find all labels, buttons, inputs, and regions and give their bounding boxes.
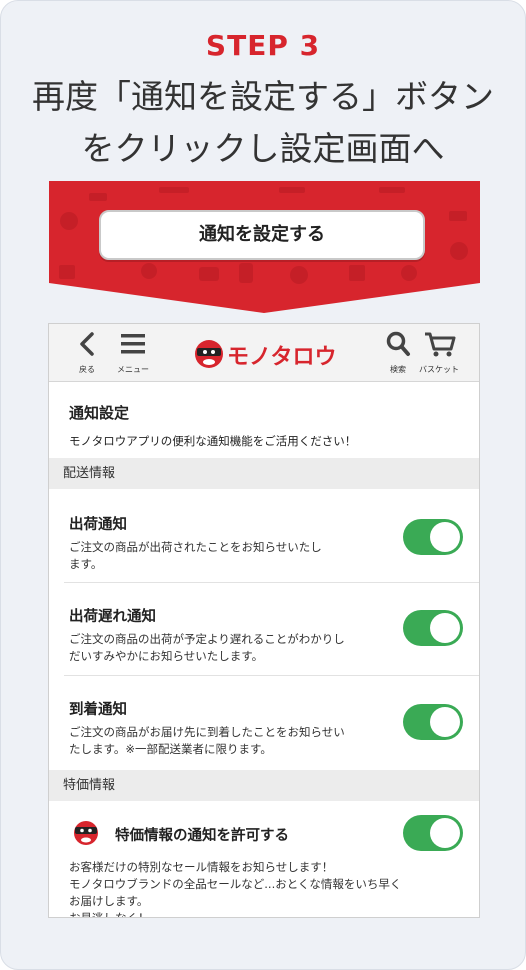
- instruction-banner: 通知を設定する: [49, 181, 480, 313]
- cart-icon: [425, 332, 456, 357]
- basket-button[interactable]: バスケット: [419, 330, 459, 375]
- item-description: ご注文の商品がお届け先に到着したことをお知らせい たします。※一部配送業者に限り…: [69, 725, 345, 756]
- section-header-special-offers: 特価情報: [49, 770, 479, 801]
- back-label: 戻る: [79, 365, 95, 374]
- step-title: 再度「通知を設定する」ボタン をクリックし設定画面へ: [1, 71, 525, 175]
- basket-label: バスケット: [419, 365, 459, 374]
- shipping-notice-toggle[interactable]: [403, 519, 463, 555]
- chevron-left-icon: [80, 332, 94, 356]
- notification-settings-description: モノタロウアプリの便利な通知機能をご活用ください！: [69, 434, 357, 448]
- item-description: ご注文の商品が出荷されたことをお知らせいたし ます。: [69, 540, 322, 571]
- step-title-line1: 再度「通知を設定する」ボタン: [32, 77, 494, 116]
- set-notification-button[interactable]: 通知を設定する: [99, 210, 425, 260]
- arrival-notice-toggle[interactable]: [403, 704, 463, 740]
- search-label: 検索: [390, 365, 406, 374]
- list-item-shipping-delay: 出荷遅れ通知 ご注文の商品の出荷が予定より遅れることがわかりし だいすみやかにお…: [49, 583, 479, 676]
- list-item-shipping-notice: 出荷通知 ご注文の商品が出荷されたことをお知らせいたし ます。: [49, 489, 479, 583]
- item-title: 出荷遅れ通知: [69, 609, 156, 625]
- item-title: 出荷通知: [69, 517, 127, 533]
- app-screen: 戻る メニュー モノタロウ 検索 バスケット 通知設定 モノタロウアプリの便利な…: [48, 323, 480, 918]
- step-card: STEP 3 再度「通知を設定する」ボタン をクリックし設定画面へ 通知を設定す…: [0, 0, 526, 970]
- list-item-arrival-notice: 到着通知 ご注文の商品がお届け先に到着したことをお知らせい たします。※一部配送…: [49, 676, 479, 769]
- item-description: ご注文の商品の出荷が予定より遅れることがわかりし だいすみやかにお知らせいたしま…: [69, 632, 345, 663]
- section-header-shipping: 配送情報: [49, 458, 479, 489]
- notification-settings-intro: 通知設定 モノタロウアプリの便利な通知機能をご活用ください！: [69, 402, 464, 449]
- item-description: お客様だけの特別なセール情報をお知らせします！ モノタロウブランドの全品セールな…: [69, 860, 402, 918]
- mascot-icon: [74, 821, 98, 845]
- menu-button[interactable]: メニュー: [117, 330, 149, 375]
- back-button[interactable]: 戻る: [75, 330, 99, 375]
- logo-text: モノタロウ: [227, 345, 337, 370]
- item-title: 到着通知: [69, 702, 127, 718]
- step-label: STEP 3: [205, 29, 321, 62]
- item-title: 特価情報の通知を許可する: [115, 828, 289, 844]
- search-icon: [386, 331, 410, 356]
- step-title-line2: をクリックし設定画面へ: [81, 129, 445, 168]
- mascot-icon: [195, 340, 223, 368]
- special-offers-toggle[interactable]: [403, 815, 463, 851]
- shipping-delay-toggle[interactable]: [403, 610, 463, 646]
- list-item-special-offers: 特価情報の通知を許可する お客様だけの特別なセール情報をお知らせします！ モノタ…: [49, 801, 479, 918]
- hamburger-icon: [121, 334, 145, 354]
- search-button[interactable]: 検索: [385, 330, 411, 375]
- monotaro-logo: モノタロウ: [193, 336, 341, 372]
- menu-label: メニュー: [117, 365, 149, 374]
- app-header: 戻る メニュー モノタロウ 検索 バスケット: [49, 324, 479, 382]
- notification-settings-title: 通知設定: [69, 404, 130, 422]
